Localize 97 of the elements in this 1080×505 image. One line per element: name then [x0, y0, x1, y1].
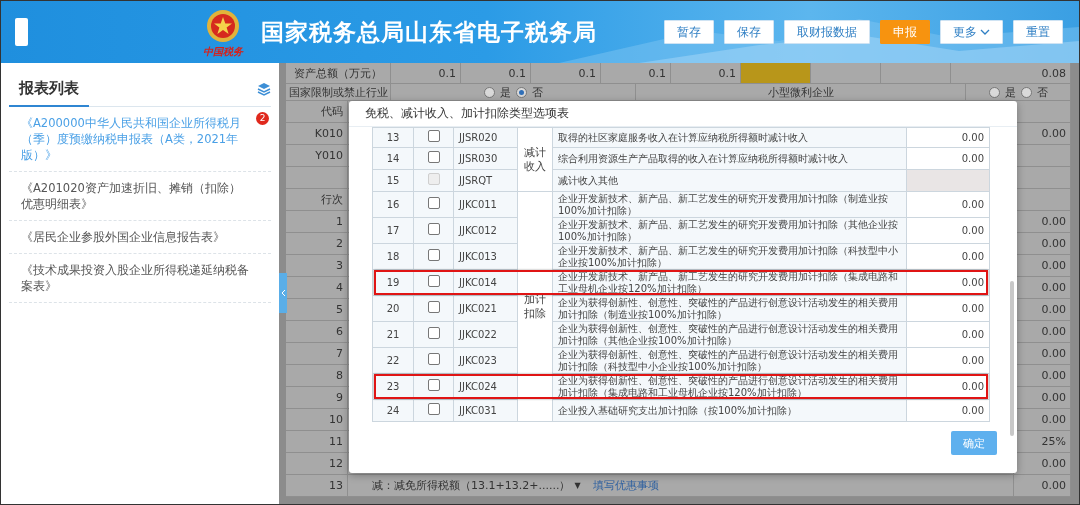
value-text: 0.00: [1041, 457, 1066, 470]
row-number: 22: [373, 348, 414, 374]
amount-cell: 0.00: [907, 192, 990, 218]
code-cell: JJKC021: [454, 296, 518, 322]
code-cell: JJKC031: [454, 400, 518, 422]
value-text: 0.00: [1041, 479, 1066, 492]
value-text: 0.00: [1041, 413, 1066, 426]
row-label: 12: [329, 457, 343, 470]
description-cell: 企业投入基础研究支出加计扣除（按100%加计扣除）: [553, 400, 907, 422]
row-number: 15: [373, 170, 414, 192]
field-label: 国家限制或禁止行业: [288, 84, 388, 100]
amount-cell: 0.00: [907, 296, 990, 322]
description-cell: 企业为获得创新性、创意性、突破性的产品进行创意设计活动发生的相关费用加计扣除（科技型中小企业按100%加计扣除）: [553, 348, 907, 374]
row-label: 13: [329, 479, 343, 492]
row-label: 4: [336, 281, 343, 294]
count-badge: 2: [256, 112, 269, 125]
fill-link[interactable]: 填写优惠事项: [592, 478, 659, 493]
value-text: 0.00: [1041, 325, 1066, 338]
report-item[interactable]: 《A200000中华人民共和国企业所得税月（季）度预缴纳税申报表（A类，2021年版）》 2: [9, 107, 271, 172]
row-label: 2: [336, 237, 343, 250]
site-title: 国家税务总局山东省电子税务局: [261, 17, 597, 47]
amount-cell: 0.00: [907, 148, 990, 170]
row-label: K010: [314, 127, 343, 140]
row-number: 16: [373, 192, 414, 218]
code-cell: JJSRQT: [454, 170, 518, 192]
amount-cell: 0.00: [907, 400, 990, 422]
code-cell: JJSR030: [454, 148, 518, 170]
row-number: 21: [373, 322, 414, 348]
amount-cell: 0.00: [907, 218, 990, 244]
description-cell: 取得的社区家庭服务收入在计算应纳税所得额时减计收入: [553, 128, 907, 148]
dialog-title: 免税、减计收入、加计扣除类型选项表: [365, 105, 569, 122]
row-number: 20: [373, 296, 414, 322]
description-cell: 企业为获得创新性、创意性、突破性的产品进行创意设计活动发生的相关费用加计扣除（制造业按100%加计扣除）: [553, 296, 907, 322]
code-cell: JJKC022: [454, 322, 518, 348]
code-cell: JJSR020: [454, 128, 518, 148]
amount-cell: 0.00: [907, 244, 990, 270]
description-cell: 企业开发新技术、新产品、新工艺发生的研究开发费用加计扣除（其他企业按100%加计扣除）: [553, 218, 907, 244]
category-cell: 减计收入: [518, 128, 553, 192]
toolbar-button[interactable]: 保存: [724, 20, 774, 44]
row-label: 行次: [321, 192, 343, 207]
toolbar-button[interactable]: 申报: [880, 20, 930, 44]
amount-cell: 0.00: [907, 348, 990, 374]
description-cell: 企业开发新技术、新产品、新工艺发生的研究开发费用加计扣除（制造业按100%加计扣除）: [553, 192, 907, 218]
report-item[interactable]: 《技术成果投资入股企业所得税递延纳税备案表》: [9, 254, 271, 303]
radio-label: 否: [531, 84, 543, 100]
value-text: 0.00: [1041, 347, 1066, 360]
row-number: 13: [373, 128, 414, 148]
value-text: 25%: [1041, 435, 1066, 448]
row-label: 9: [336, 391, 343, 404]
row-label: 8: [336, 369, 343, 382]
report-item[interactable]: 《A201020资产加速折旧、摊销（扣除）优惠明细表》: [9, 172, 271, 221]
row-label: 代码: [321, 104, 343, 119]
code-cell: JJKC013: [454, 244, 518, 270]
value-text: 0.00: [1041, 369, 1066, 382]
radio-label: 是: [499, 84, 511, 100]
value-text: 0.00: [1041, 391, 1066, 404]
description-cell: 减计收入其他: [553, 170, 907, 192]
row-label: 10: [329, 413, 343, 426]
value-text: 0.00: [1041, 281, 1066, 294]
description-cell: 综合利用资源生产产品取得的收入在计算应纳税所得额时减计收入: [553, 148, 907, 170]
value-text: 0.00: [1041, 259, 1066, 272]
radio-label: 否: [1036, 84, 1048, 100]
row-label: 1: [336, 215, 343, 228]
radio-label: 是: [1004, 84, 1016, 100]
toolbar-button[interactable]: 取财报数据: [784, 20, 870, 44]
amount-cell: 0.00: [907, 322, 990, 348]
row-label: 3: [336, 259, 343, 272]
code-cell: JJKC011: [454, 192, 518, 218]
field-label: 小型微利企业: [767, 84, 834, 100]
row-label: 7: [336, 347, 343, 360]
toolbar-button[interactable]: 暂存: [664, 20, 714, 44]
value-text: 0.00: [1041, 237, 1066, 250]
row-label: 11: [329, 435, 343, 448]
amount-cell: 0.00: [907, 128, 990, 148]
item-label: 减：减免所得税额（13.1+13.2+......）: [372, 478, 571, 493]
logo-text: 中国税务: [203, 45, 243, 57]
report-item[interactable]: 《居民企业参股外国企业信息报告表》: [9, 221, 271, 254]
row-number: 14: [373, 148, 414, 170]
more-dropdown[interactable]: 更多: [940, 20, 1003, 44]
confirm-button[interactable]: 确定: [951, 431, 997, 455]
toolbar-button[interactable]: 重置: [1013, 20, 1063, 44]
dropdown-caret[interactable]: ▼: [574, 481, 581, 490]
value-text: 0.00: [1041, 127, 1066, 140]
row-label: Y010: [315, 149, 343, 162]
row-label: 6: [336, 325, 343, 338]
description-cell: 企业开发新技术、新产品、新工艺发生的研究开发费用加计扣除（科技型中小企业按100%加计扣除）: [553, 244, 907, 270]
row-number: 18: [373, 244, 414, 270]
field-label: 资产总额（万元）: [294, 65, 382, 81]
description-cell: 企业为获得创新性、创意性、突破性的产品进行创意设计活动发生的相关费用加计扣除（其他企业按100%加计扣除）: [553, 322, 907, 348]
row-number: 17: [373, 218, 414, 244]
value-text: 0.00: [1041, 215, 1066, 228]
code-cell: JJKC023: [454, 348, 518, 374]
sidebar-title: 报表列表: [9, 70, 89, 107]
row-number: 24: [373, 400, 414, 422]
value-text: 0.00: [1041, 303, 1066, 316]
row-label: 5: [336, 303, 343, 316]
code-cell: JJKC012: [454, 218, 518, 244]
